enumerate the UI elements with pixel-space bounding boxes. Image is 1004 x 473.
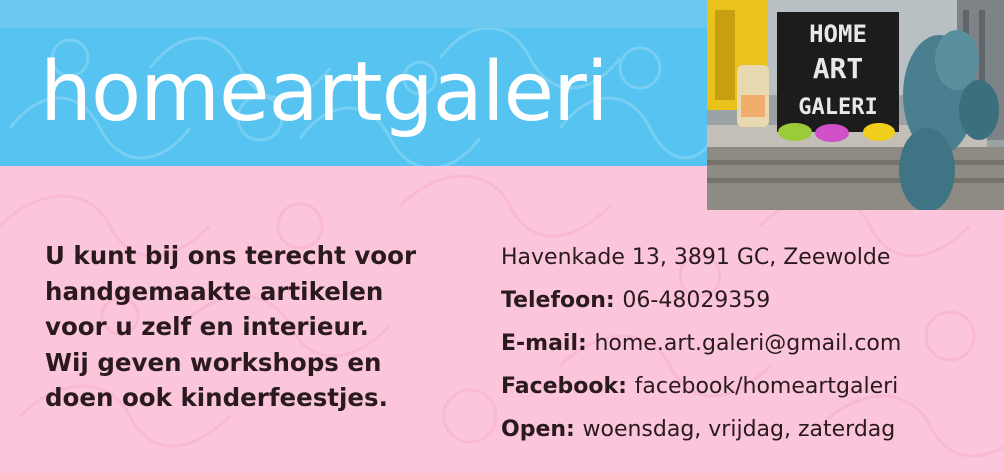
phone-label: Telefoon:	[501, 288, 623, 313]
email-label: E-mail:	[501, 331, 595, 356]
sign-line-3: GALERI	[798, 95, 877, 120]
tagline-line: U kunt bij ons terecht voor	[45, 241, 417, 270]
banner: homeartgaleri HOME ART GALERI U kunt bij…	[0, 0, 1004, 473]
email-value: home.art.galeri@gmail.com	[594, 331, 902, 356]
phone-row: Telefoon: 06-48029359	[501, 279, 901, 322]
facebook-value: facebook/homeartgaleri	[634, 374, 899, 399]
tagline-line: voor u zelf en interieur.	[45, 312, 369, 341]
facebook-row: Facebook: facebook/homeartgaleri	[501, 365, 901, 408]
email-row: E-mail: home.art.galeri@gmail.com	[501, 322, 901, 365]
tagline-line: doen ook kinderfeestjes.	[45, 383, 388, 412]
brand-title: homeartgaleri	[40, 45, 609, 140]
opening-hours-row: Open: woensdag, vrijdag, zaterdag	[501, 408, 901, 451]
facebook-label: Facebook:	[501, 374, 635, 399]
open-label: Open:	[501, 417, 583, 442]
tagline: U kunt bij ons terecht voor handgemaakte…	[45, 238, 495, 416]
gallery-photo-illustration: HOME ART GALERI	[707, 0, 1004, 210]
sign-line-1: HOME	[809, 20, 867, 48]
tagline-line: handgemaakte artikelen	[45, 276, 384, 306]
contact-info: Havenkade 13, 3891 GC, Zeewolde Telefoon…	[501, 236, 901, 451]
gallery-photo: HOME ART GALERI	[707, 0, 1004, 210]
phone-value: 06-48029359	[622, 288, 771, 313]
top-band	[0, 0, 708, 28]
open-value: woensdag, vrijdag, zaterdag	[582, 417, 896, 442]
tagline-line: Wij geven workshops en	[45, 347, 382, 377]
sign-line-2: ART	[813, 52, 864, 85]
address: Havenkade 13, 3891 GC, Zeewolde	[501, 245, 891, 270]
